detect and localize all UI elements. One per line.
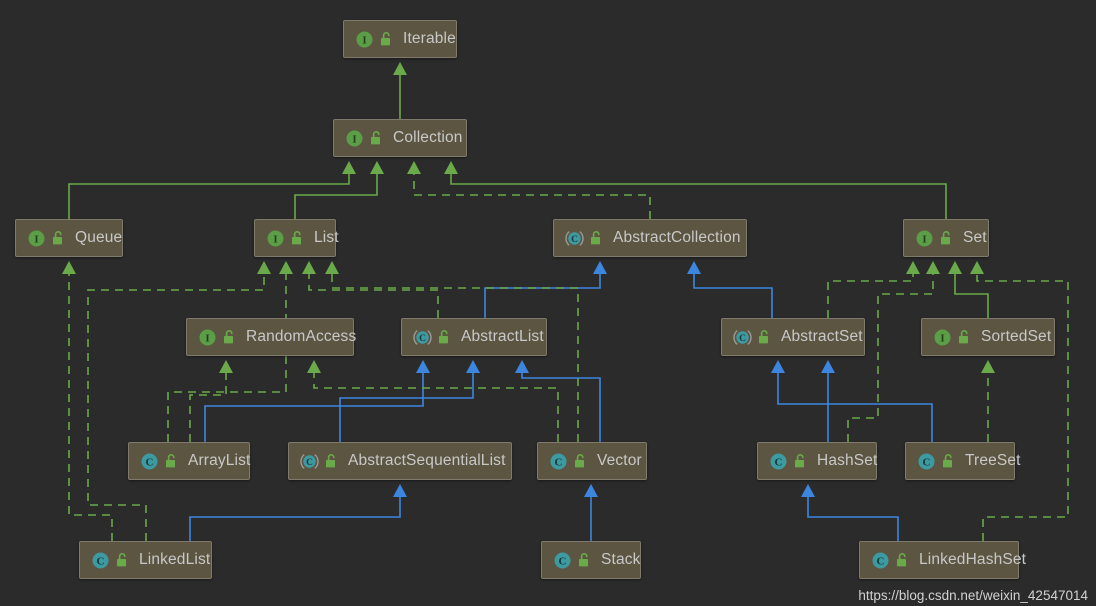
svg-text:I: I (273, 233, 277, 245)
class-node-treeset[interactable]: C TreeSet (905, 442, 1020, 480)
unlocked-padlock-icon (370, 130, 384, 146)
abstract-class-icon: C (565, 229, 584, 248)
svg-text:C: C (739, 334, 746, 344)
class-node-iterable[interactable]: I Iterable (343, 20, 457, 58)
class-node-stack[interactable]: C Stack (541, 541, 641, 579)
unlocked-padlock-icon (380, 31, 394, 47)
class-node-label: AbstractSequentialList (348, 452, 506, 470)
svg-text:I: I (352, 133, 356, 145)
class-icon: C (769, 452, 788, 471)
svg-text:C: C (571, 235, 578, 245)
class-node-label: AbstractCollection (613, 229, 741, 247)
svg-text:C: C (306, 458, 313, 468)
svg-text:C: C (775, 456, 783, 468)
svg-text:I: I (922, 233, 926, 245)
class-node-randomaccess[interactable]: I RandomAccess (186, 318, 357, 356)
class-node-abstractcollection[interactable]: C AbstractCollection (553, 219, 747, 257)
unlocked-padlock-icon (291, 230, 305, 246)
unlocked-padlock-icon (590, 230, 604, 246)
class-node-hashset[interactable]: C HashSet (757, 442, 877, 480)
unlocked-padlock-icon (574, 453, 588, 469)
class-node-vector[interactable]: C Vector (537, 442, 647, 480)
class-icon: C (91, 551, 110, 570)
svg-text:C: C (877, 555, 885, 567)
class-node-label: Queue (75, 229, 123, 247)
watermark-text: https://blog.csdn.net/weixin_42547014 (858, 588, 1088, 603)
class-node-label: List (314, 229, 339, 247)
svg-text:C: C (146, 456, 154, 468)
class-icon: C (871, 551, 890, 570)
interface-icon: I (933, 328, 952, 347)
unlocked-padlock-icon (223, 329, 237, 345)
interface-icon: I (915, 229, 934, 248)
node-layer: I Iterable I Collection I Queue I List C Abstract… (0, 0, 1096, 606)
svg-text:C: C (559, 555, 567, 567)
unlocked-padlock-icon (942, 453, 956, 469)
unlocked-padlock-icon (325, 453, 339, 469)
class-node-set[interactable]: I Set (903, 219, 989, 257)
svg-text:C: C (923, 456, 931, 468)
class-node-abstractsequentiallist[interactable]: C AbstractSequentialList (288, 442, 512, 480)
class-node-collection[interactable]: I Collection (333, 119, 467, 157)
class-node-label: LinkedHashSet (919, 551, 1027, 569)
unlocked-padlock-icon (116, 552, 130, 568)
interface-icon: I (198, 328, 217, 347)
class-node-arraylist[interactable]: C ArrayList (128, 442, 250, 480)
abstract-class-icon: C (733, 328, 752, 347)
svg-text:I: I (362, 34, 366, 46)
class-icon: C (917, 452, 936, 471)
unlocked-padlock-icon (52, 230, 66, 246)
class-icon: C (140, 452, 159, 471)
abstract-class-icon: C (413, 328, 432, 347)
unlocked-padlock-icon (896, 552, 910, 568)
unlocked-padlock-icon (165, 453, 179, 469)
interface-icon: I (266, 229, 285, 248)
class-node-abstractlist[interactable]: C AbstractList (401, 318, 547, 356)
class-node-queue[interactable]: I Queue (15, 219, 123, 257)
class-icon: C (553, 551, 572, 570)
class-node-label: Iterable (403, 30, 456, 48)
interface-icon: I (345, 129, 364, 148)
class-node-sortedset[interactable]: I SortedSet (921, 318, 1055, 356)
svg-text:I: I (205, 332, 209, 344)
class-node-label: LinkedList (139, 551, 211, 569)
unlocked-padlock-icon (958, 329, 972, 345)
unlocked-padlock-icon (438, 329, 452, 345)
abstract-class-icon: C (300, 452, 319, 471)
class-node-label: Vector (597, 452, 642, 470)
svg-text:I: I (940, 332, 944, 344)
class-node-label: TreeSet (965, 452, 1021, 470)
unlocked-padlock-icon (794, 453, 808, 469)
class-node-label: Stack (601, 551, 641, 569)
svg-text:C: C (555, 456, 563, 468)
unlocked-padlock-icon (758, 329, 772, 345)
class-node-abstractset[interactable]: C AbstractSet (721, 318, 865, 356)
class-node-linkedhashset[interactable]: C LinkedHashSet (859, 541, 1026, 579)
uml-class-diagram: I Iterable I Collection I Queue I List C Abstract… (0, 0, 1096, 606)
class-node-label: SortedSet (981, 328, 1052, 346)
svg-text:C: C (419, 334, 426, 344)
class-icon: C (549, 452, 568, 471)
interface-icon: I (27, 229, 46, 248)
class-node-linkedlist[interactable]: C LinkedList (79, 541, 212, 579)
class-node-label: Collection (393, 129, 463, 147)
class-node-label: RandomAccess (246, 328, 357, 346)
class-node-list[interactable]: I List (254, 219, 339, 257)
svg-text:C: C (97, 555, 105, 567)
class-node-label: ArrayList (188, 452, 251, 470)
unlocked-padlock-icon (940, 230, 954, 246)
svg-text:I: I (34, 233, 38, 245)
interface-icon: I (355, 30, 374, 49)
class-node-label: Set (963, 229, 987, 247)
class-node-label: AbstractList (461, 328, 544, 346)
class-node-label: HashSet (817, 452, 878, 470)
unlocked-padlock-icon (578, 552, 592, 568)
class-node-label: AbstractSet (781, 328, 863, 346)
